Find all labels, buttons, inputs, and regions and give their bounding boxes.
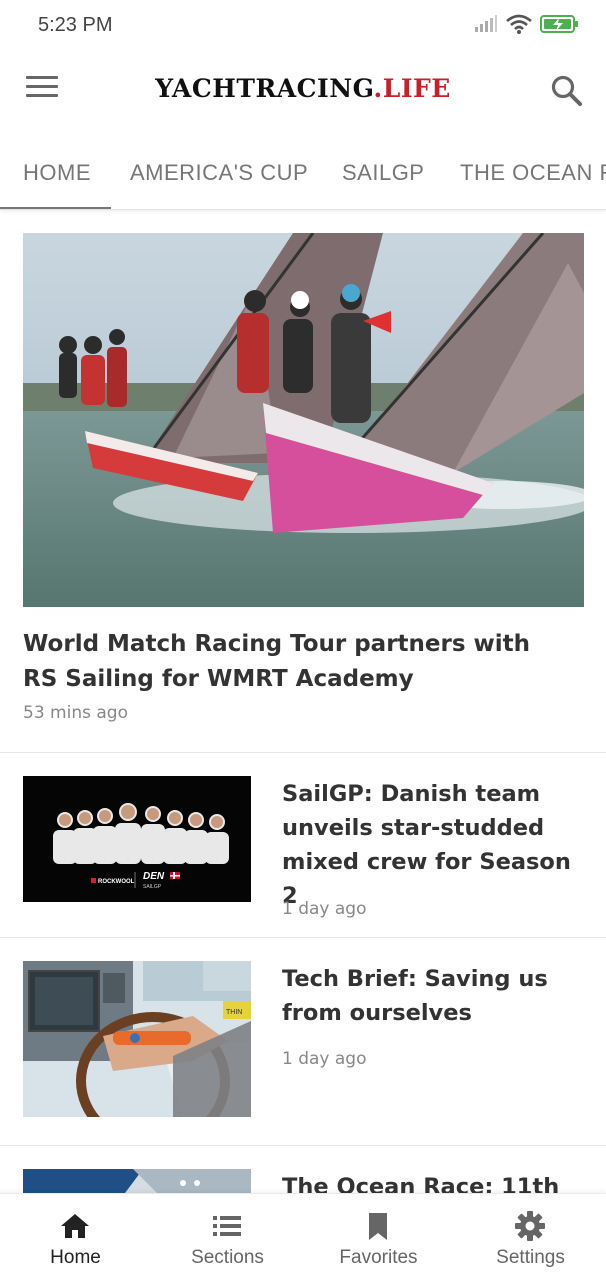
- nav-favorites[interactable]: Favorites: [303, 1194, 454, 1280]
- logo-main: YACHTRACING: [155, 74, 374, 103]
- article-thumbnail: THIN: [23, 961, 251, 1117]
- bookmark-icon: [369, 1213, 387, 1240]
- hero-timestamp: 53 mins ago: [23, 703, 128, 723]
- nav-sections[interactable]: Sections: [152, 1194, 303, 1280]
- list-item[interactable]: THIN Tech Brief: Saving us from ourselve…: [0, 938, 606, 1146]
- nav-sections-label: Sections: [191, 1247, 264, 1268]
- nav-home-label: Home: [50, 1247, 101, 1268]
- nav-settings-label: Settings: [496, 1247, 565, 1268]
- status-bar: 5:23 PM: [0, 0, 606, 52]
- bottom-navigation: Home Sections Favorites Settings: [0, 1193, 606, 1280]
- article-thumbnail: [23, 1169, 251, 1193]
- app-bar: YACHTRACING.LIFE: [0, 52, 606, 132]
- wifi-icon: [506, 14, 532, 34]
- battery-charging-icon: [540, 15, 578, 33]
- news-feed[interactable]: World Match Racing Tour partners with RS…: [0, 211, 606, 1193]
- active-tab-indicator: [0, 207, 111, 209]
- app-logo: YACHTRACING.LIFE: [0, 74, 606, 103]
- search-icon[interactable]: [550, 74, 584, 108]
- list-item[interactable]: ROCKWOOL DEN SAILGP SailGP: Danish team …: [0, 753, 606, 938]
- list-item[interactable]: The Ocean Race: 11th: [0, 1146, 606, 1193]
- list-icon: [213, 1216, 241, 1236]
- hero-article[interactable]: World Match Racing Tour partners with RS…: [0, 211, 606, 753]
- status-time: 5:23 PM: [38, 14, 113, 36]
- tab-americas-cup[interactable]: AMERICA'S CUP: [130, 160, 308, 186]
- thumb-sponsor: ROCKWOOL: [98, 879, 135, 885]
- signal-icon: [475, 15, 497, 32]
- article-title[interactable]: Tech Brief: Saving us from ourselves: [282, 962, 587, 1030]
- hero-image: [23, 233, 584, 607]
- article-title[interactable]: SailGP: Danish team unveils star-studded…: [282, 777, 587, 913]
- nav-settings[interactable]: Settings: [455, 1194, 606, 1280]
- article-timestamp: 1 day ago: [282, 1049, 367, 1069]
- nav-favorites-label: Favorites: [339, 1247, 418, 1268]
- logo-suffix: .LIFE: [373, 74, 451, 103]
- section-tabs: HOME AMERICA'S CUP SAILGP THE OCEAN RACE: [0, 132, 606, 210]
- status-icons: [474, 14, 580, 34]
- gear-icon: [515, 1211, 545, 1241]
- tab-the-ocean-race[interactable]: THE OCEAN RACE: [460, 160, 606, 186]
- tab-sailgp[interactable]: SAILGP: [342, 160, 424, 186]
- tab-home[interactable]: HOME: [23, 160, 91, 186]
- article-thumbnail: ROCKWOOL DEN SAILGP: [23, 776, 251, 902]
- hero-title[interactable]: World Match Racing Tour partners with RS…: [23, 627, 563, 697]
- article-timestamp: 1 day ago: [282, 899, 367, 919]
- app-screen: 5:23 PM YACHTRACING.LIFE HOME AMERICA'S …: [0, 0, 606, 1280]
- article-title[interactable]: The Ocean Race: 11th: [282, 1170, 587, 1193]
- thumb-sub: SAILGP: [143, 884, 162, 890]
- thumb-caption: THIN: [226, 1009, 242, 1016]
- nav-home[interactable]: Home: [0, 1194, 151, 1280]
- thumb-caption: DEN: [143, 871, 165, 882]
- home-icon: [61, 1214, 89, 1238]
